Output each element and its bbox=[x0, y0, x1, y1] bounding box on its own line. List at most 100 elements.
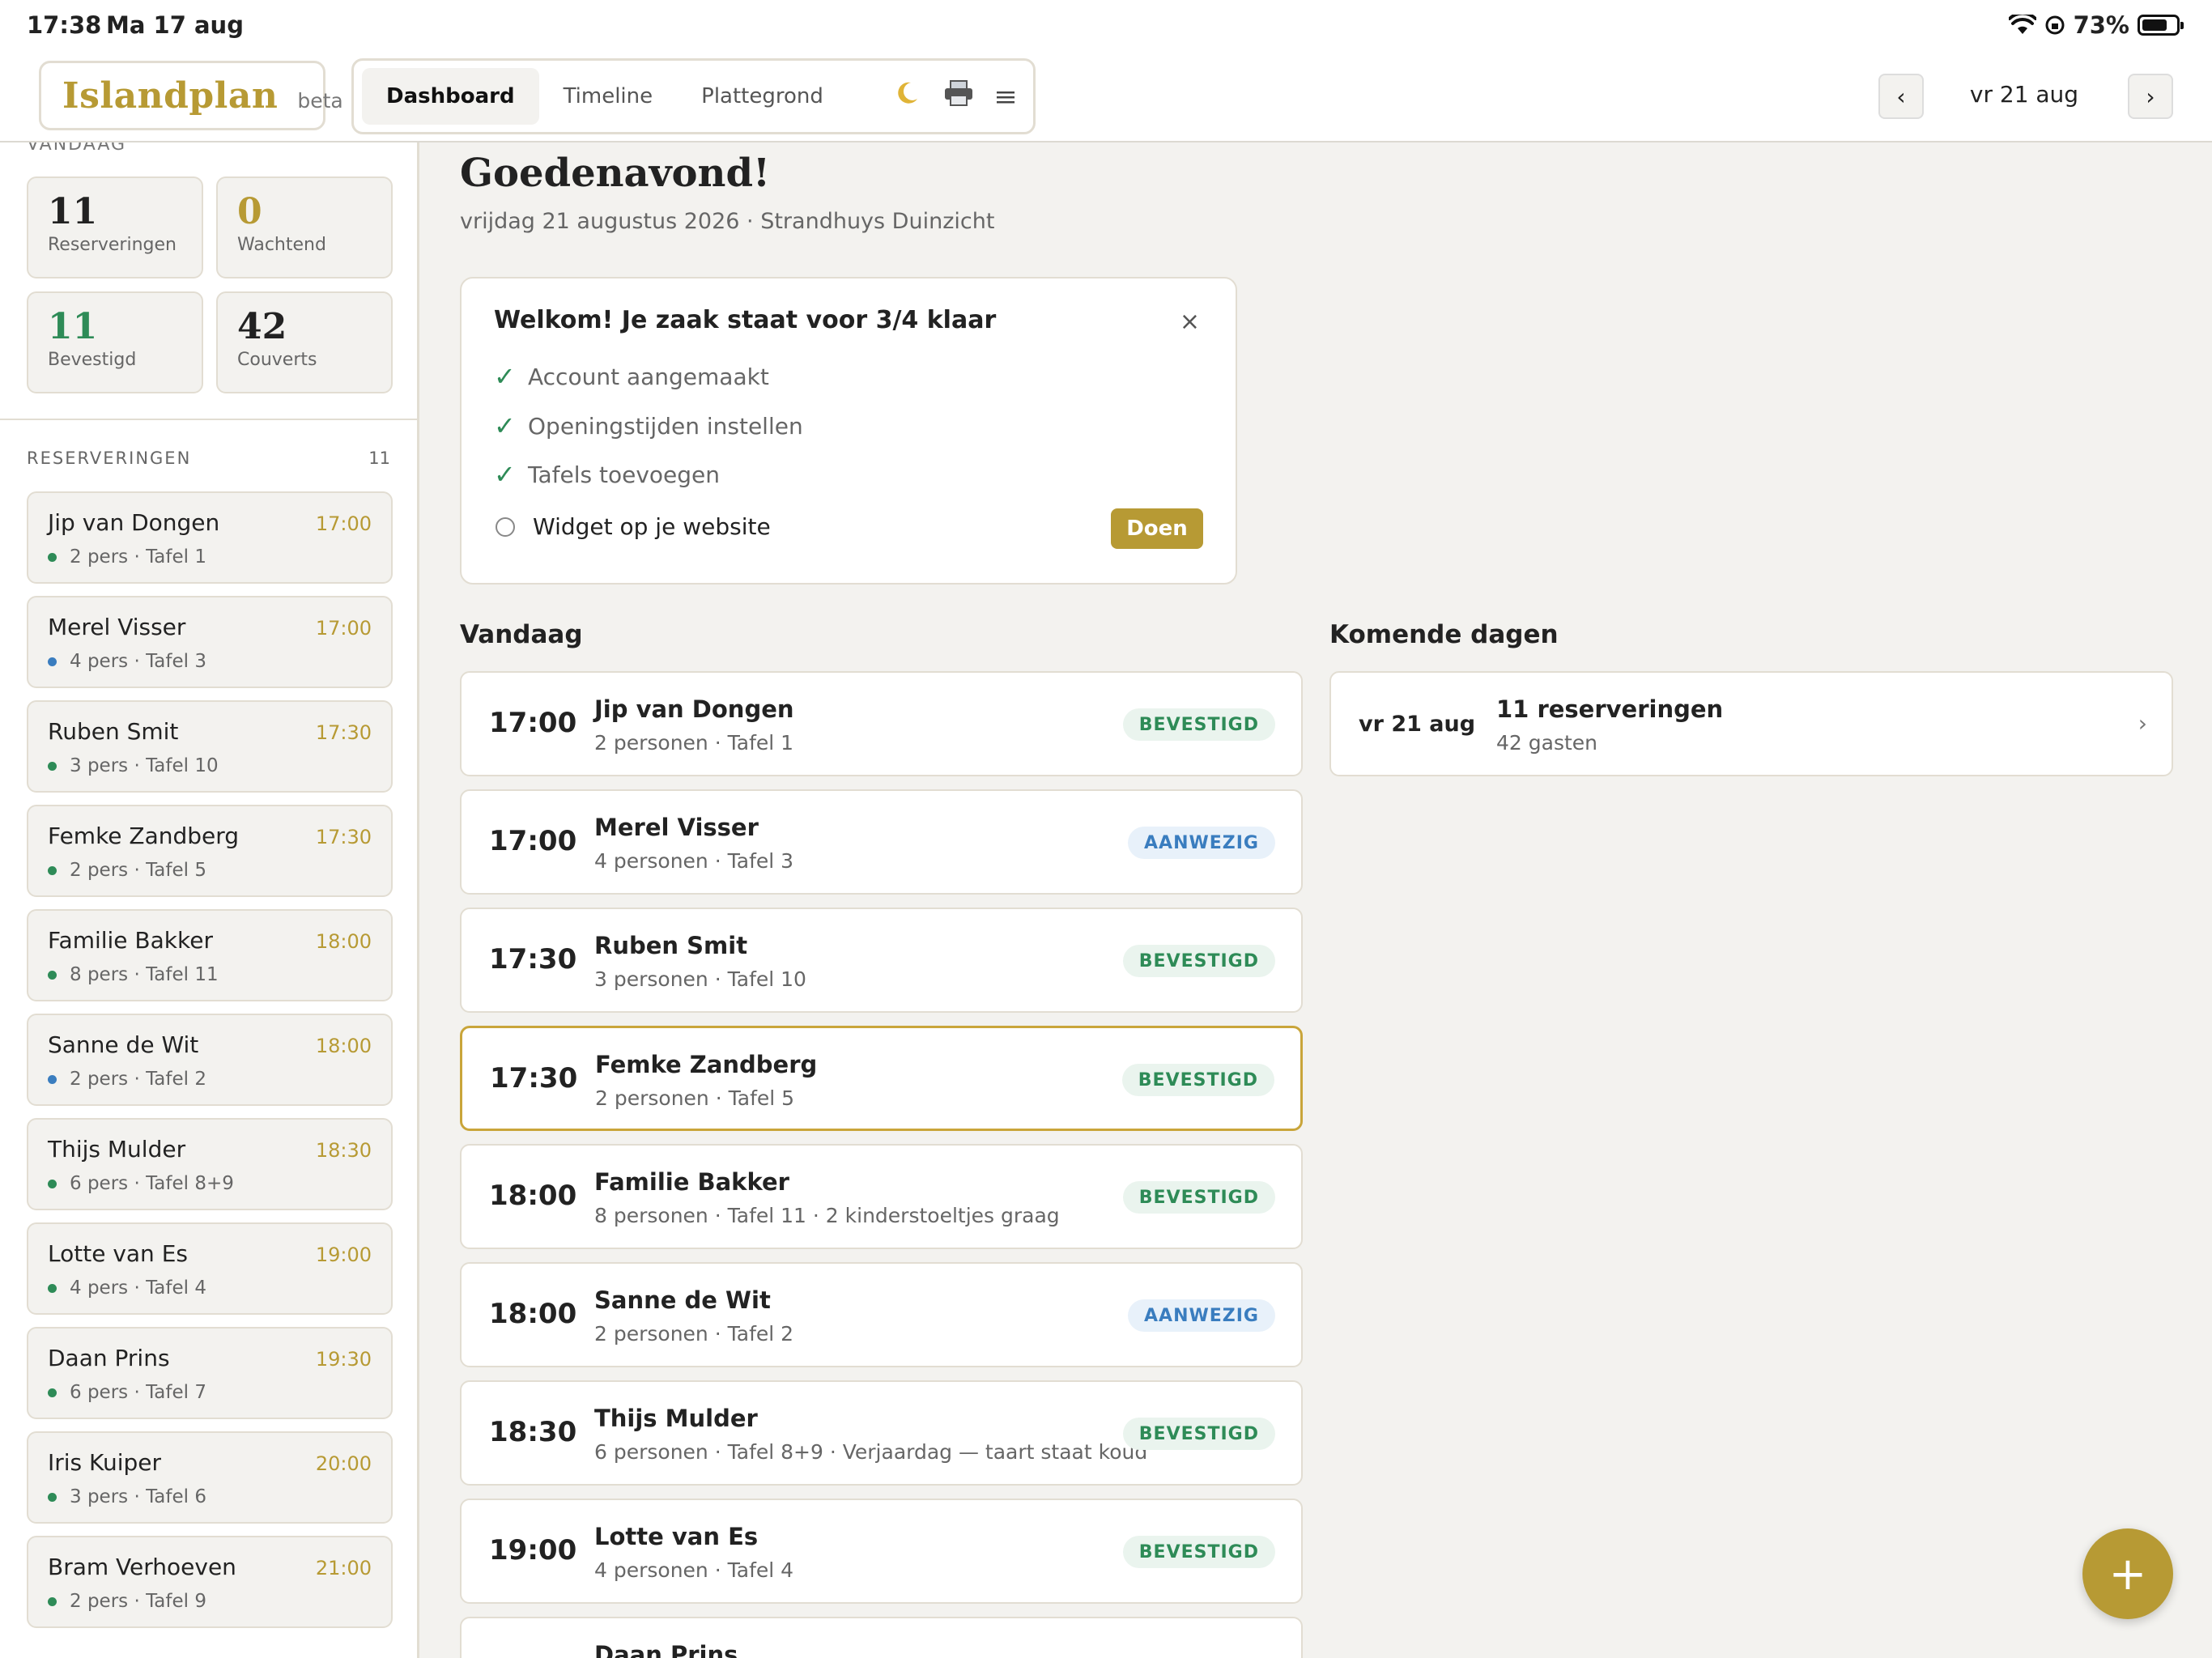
reservation-row[interactable]: 18:00 Sanne de Wit 2 personen · Tafel 2 AAN… bbox=[460, 1262, 1303, 1367]
reservation-time: 17:30 bbox=[490, 1062, 578, 1095]
guest-name: Familie Bakker bbox=[48, 927, 213, 954]
reservation-details: 3 personen · Tafel 10 bbox=[594, 967, 806, 991]
onboarding-step: Widget op je website bbox=[494, 513, 771, 540]
logo[interactable]: Islandplan beta bbox=[39, 61, 343, 130]
moon-icon[interactable] bbox=[893, 79, 921, 114]
guest-name: Jip van Dongen bbox=[48, 509, 220, 536]
guest-name: Merel Visser bbox=[48, 614, 186, 640]
guest-name: Ruben Smit bbox=[48, 718, 179, 745]
rotation-lock-icon bbox=[2045, 15, 2065, 35]
reservation-row[interactable]: 18:30 Thijs Mulder 6 personen · Tafel 8+9 … bbox=[460, 1380, 1303, 1486]
date-location: vrijdag 21 augustus 2026 · Strandhuys Du… bbox=[460, 209, 995, 234]
guest-name: Lotte van Es bbox=[48, 1240, 188, 1267]
close-icon[interactable]: × bbox=[1180, 308, 1200, 336]
party-table: 3 pers · Tafel 6 bbox=[70, 1486, 206, 1507]
status-dot-icon bbox=[48, 552, 57, 562]
reservation-row[interactable]: 17:00 Merel Visser 4 personen · Tafel 3 AAN… bbox=[460, 789, 1303, 895]
status-dot-icon bbox=[48, 1388, 57, 1397]
reservation-time: 19:00 bbox=[489, 1534, 577, 1567]
stat-value: 11 bbox=[48, 191, 98, 232]
check-icon: ✓ bbox=[494, 410, 516, 441]
stat-label: Reserveringen bbox=[48, 235, 177, 255]
reservation-row[interactable]: 17:00 Jip van Dongen 2 personen · Tafel 1 B… bbox=[460, 671, 1303, 776]
sidebar-reservation-item[interactable]: Ruben Smit 17:30 3 pers · Tafel 10 bbox=[27, 700, 393, 793]
sidebar-reservation-item[interactable]: Iris Kuiper 20:00 3 pers · Tafel 6 bbox=[27, 1431, 393, 1524]
reservation-row[interactable]: 17:30 Femke Zandberg 2 personen · Tafel 5 B… bbox=[460, 1026, 1303, 1131]
stat-value: 0 bbox=[237, 191, 262, 232]
stat-value: 42 bbox=[237, 306, 287, 347]
check-icon: ✓ bbox=[494, 459, 516, 490]
sidebar-reservations-heading: RESERVERINGEN bbox=[27, 449, 192, 468]
reservation-details: 2 personen · Tafel 5 bbox=[595, 1086, 795, 1110]
stat-label: Bevestigd bbox=[48, 350, 137, 370]
upcoming-guests: 42 gasten bbox=[1496, 731, 1597, 755]
stat-label: Wachtend bbox=[237, 235, 326, 255]
guest-name: Bram Verhoeven bbox=[48, 1554, 236, 1580]
chevron-right-icon: › bbox=[2138, 710, 2147, 737]
guest-name: Iris Kuiper bbox=[48, 1449, 162, 1476]
previous-day-button[interactable]: ‹ bbox=[1878, 74, 1924, 119]
status-bar: 17:38 Ma 17 aug 73% bbox=[0, 0, 2212, 52]
sidebar-reservation-item[interactable]: Familie Bakker 18:00 8 pers · Tafel 11 bbox=[27, 909, 393, 1001]
tab-dashboard[interactable]: Dashboard bbox=[362, 68, 539, 125]
reservation-time: 17:00 bbox=[489, 707, 577, 739]
status-badge: BEVESTIGD bbox=[1122, 945, 1275, 977]
party-table: 4 pers · Tafel 3 bbox=[70, 651, 206, 672]
tab-plattegrond[interactable]: Plattegrond bbox=[677, 68, 848, 125]
status-badge: BEVESTIGD bbox=[1122, 1536, 1275, 1568]
sidebar-reservation-item[interactable]: Thijs Mulder 18:30 6 pers · Tafel 8+9 bbox=[27, 1118, 393, 1210]
reservation-row[interactable]: Daan Prins bbox=[460, 1617, 1303, 1658]
reservation-time: 19:30 bbox=[315, 1348, 372, 1371]
sidebar-reservation-item[interactable]: Femke Zandberg 17:30 2 pers · Tafel 5 bbox=[27, 805, 393, 897]
next-day-button[interactable]: › bbox=[2128, 74, 2173, 119]
status-badge: BEVESTIGD bbox=[1122, 1181, 1275, 1214]
status-dot-icon bbox=[48, 1283, 57, 1293]
reservation-details: 4 personen · Tafel 4 bbox=[594, 1558, 794, 1582]
reservation-row[interactable]: 17:30 Ruben Smit 3 personen · Tafel 10 BEVE… bbox=[460, 908, 1303, 1013]
do-step-button[interactable]: Doen bbox=[1111, 508, 1203, 549]
reservation-meta: 2 pers · Tafel 2 bbox=[48, 1069, 206, 1090]
reservation-time: 17:30 bbox=[315, 826, 372, 848]
status-dot-icon bbox=[48, 1596, 57, 1606]
reservation-details: 4 personen · Tafel 3 bbox=[594, 849, 794, 873]
sidebar-reservations-count: 11 bbox=[368, 449, 390, 468]
stat-waiting: 0 Wachtend bbox=[216, 176, 393, 278]
onboarding-step: ✓ Tafels toevoegen bbox=[494, 459, 720, 490]
add-reservation-button[interactable]: + bbox=[2082, 1528, 2173, 1619]
reservation-time: 17:00 bbox=[489, 825, 577, 857]
reservation-row[interactable]: 18:00 Familie Bakker 8 personen · Tafel 11… bbox=[460, 1144, 1303, 1249]
status-badge: AANWEZIG bbox=[1128, 1299, 1275, 1332]
sidebar-reservation-item[interactable]: Jip van Dongen 17:00 2 pers · Tafel 1 bbox=[27, 491, 393, 584]
reservation-details: 6 personen · Tafel 8+9 · Verjaardag — ta… bbox=[594, 1440, 1148, 1464]
reservation-time: 18:00 bbox=[315, 1035, 372, 1057]
reservation-meta: 6 pers · Tafel 7 bbox=[48, 1382, 206, 1403]
sidebar-reservation-item[interactable]: Daan Prins 19:30 6 pers · Tafel 7 bbox=[27, 1327, 393, 1419]
sidebar-reservation-item[interactable]: Merel Visser 17:00 4 pers · Tafel 3 bbox=[27, 596, 393, 688]
reservation-time: 17:00 bbox=[315, 512, 372, 535]
sidebar-reservation-item[interactable]: Bram Verhoeven 21:00 2 pers · Tafel 9 bbox=[27, 1536, 393, 1628]
onboarding-title: Welkom! Je zaak staat voor 3/4 klaar bbox=[494, 306, 997, 334]
party-table: 2 pers · Tafel 5 bbox=[70, 860, 206, 881]
upcoming-day-row[interactable]: vr 21 aug 11 reserveringen 42 gasten › bbox=[1329, 671, 2173, 776]
menu-icon[interactable] bbox=[996, 80, 1015, 113]
tab-timeline[interactable]: Timeline bbox=[539, 68, 678, 125]
sidebar-reservation-list: Jip van Dongen 17:00 2 pers · Tafel 1 Merel… bbox=[27, 491, 393, 1640]
reservation-meta: 2 pers · Tafel 9 bbox=[48, 1591, 206, 1612]
status-dot-icon bbox=[48, 1492, 57, 1502]
guest-name: Thijs Mulder bbox=[48, 1136, 186, 1163]
sidebar-reservation-item[interactable]: Sanne de Wit 18:00 2 pers · Tafel 2 bbox=[27, 1014, 393, 1106]
step-label: Tafels toevoegen bbox=[528, 461, 720, 488]
reservation-meta: 4 pers · Tafel 4 bbox=[48, 1278, 206, 1299]
guest-name: Daan Prins bbox=[594, 1641, 738, 1658]
reservation-row[interactable]: 19:00 Lotte van Es 4 personen · Tafel 4 BEV… bbox=[460, 1499, 1303, 1604]
status-badge: BEVESTIGD bbox=[1121, 1064, 1274, 1096]
status-dot-icon bbox=[48, 865, 57, 875]
sidebar-reservation-item[interactable]: Lotte van Es 19:00 4 pers · Tafel 4 bbox=[27, 1222, 393, 1315]
printer-icon[interactable] bbox=[943, 79, 974, 114]
status-dot-icon bbox=[48, 761, 57, 771]
stat-value: 11 bbox=[48, 306, 98, 347]
top-bar: Islandplan beta Dashboard Timeline Platt… bbox=[0, 52, 2212, 142]
reservation-time: 17:30 bbox=[315, 721, 372, 744]
upcoming-count: 11 reserveringen bbox=[1496, 695, 1724, 723]
onboarding-step: ✓ Openingstijden instellen bbox=[494, 410, 803, 441]
